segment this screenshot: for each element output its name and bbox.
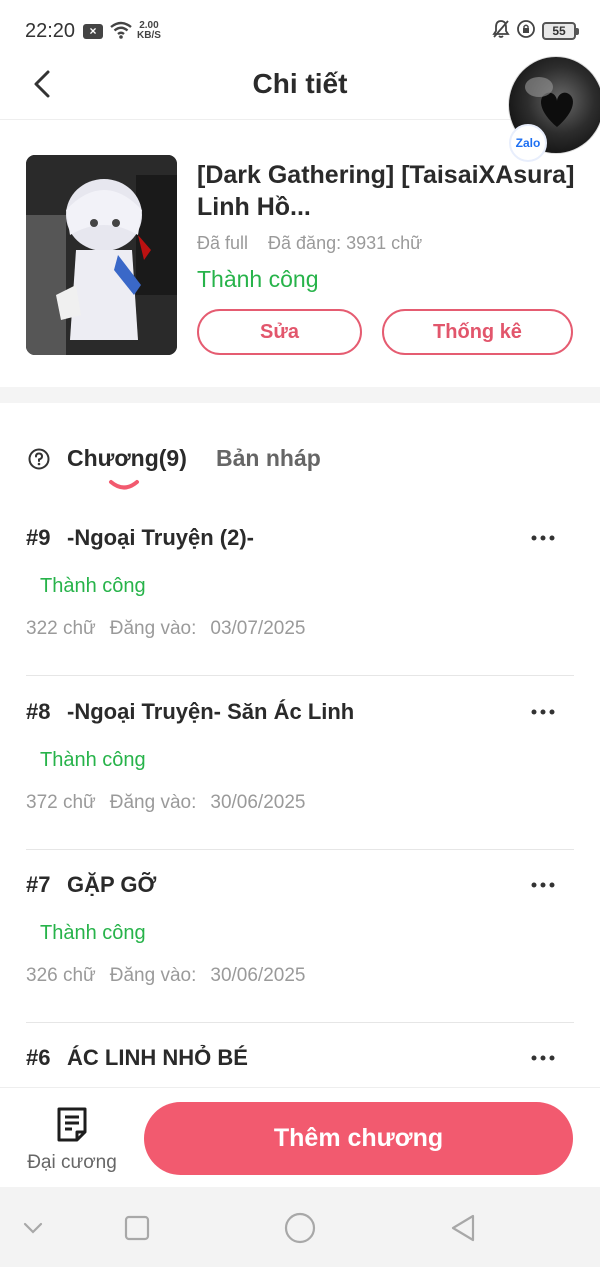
triangle-back-icon	[451, 1214, 475, 1242]
more-horizontal-icon	[531, 709, 555, 715]
edit-button[interactable]: Sửa	[197, 309, 362, 355]
status-time: 22:20	[25, 20, 76, 42]
notification-x-icon: ×	[83, 24, 103, 39]
chevron-down-icon	[23, 1222, 43, 1234]
chapter-status: Thành công	[40, 922, 146, 944]
chapter-meta: 322 chữ Đăng vào: 03/07/2025	[26, 618, 305, 640]
chapter-meta: 372 chữ Đăng vào: 30/06/2025	[26, 792, 305, 814]
more-horizontal-icon	[531, 535, 555, 541]
chapter-title: GẶP GỠ	[67, 872, 157, 897]
chapter-title: ÁC LINH NHỎ BÉ	[67, 1045, 248, 1070]
chapter-word-count: 322 chữ	[26, 618, 96, 639]
chapter-date: 30/06/2025	[210, 965, 306, 986]
more-options-button[interactable]	[530, 1045, 556, 1071]
chapter-word-count: 326 chữ	[26, 965, 96, 986]
outline-label: Đại cương	[27, 1152, 117, 1173]
chapter-date: 03/07/2025	[210, 618, 306, 639]
document-icon	[57, 1107, 87, 1142]
book-title: [Dark Gathering] [TaisaiXAsura] Linh Hồ.…	[197, 161, 575, 221]
more-options-button[interactable]	[530, 525, 556, 551]
chapter-tabs: Chương(9) Bản nháp	[0, 403, 600, 503]
book-meta: Đã full Đã đăng: 3931 chữ	[197, 233, 422, 254]
book-info-card: [Dark Gathering] [TaisaiXAsura] Linh Hồ.…	[0, 121, 600, 387]
square-icon	[124, 1215, 150, 1241]
chapter-word-count: 372 chữ	[26, 792, 96, 813]
chapter-posted-label: Đăng vào:	[109, 965, 197, 986]
tab-drafts[interactable]: Bản nháp	[216, 445, 321, 472]
more-horizontal-icon	[531, 1055, 555, 1061]
chapter-item[interactable]: #8 -Ngoại Truyện- Săn Ác Linh Thành công…	[26, 677, 574, 850]
help-icon[interactable]	[28, 448, 50, 470]
stats-button[interactable]: Thống kê	[382, 309, 573, 355]
chapter-posted-label: Đăng vào:	[109, 618, 197, 639]
more-options-button[interactable]	[530, 699, 556, 725]
bell-muted-icon	[492, 19, 510, 44]
active-tab-indicator	[109, 480, 139, 490]
completion-status: Đã full	[197, 233, 249, 253]
bottom-action-bar: Đại cương Thêm chương	[0, 1087, 600, 1187]
nav-home-button[interactable]	[283, 1211, 317, 1245]
more-options-button[interactable]	[530, 872, 556, 898]
chapter-status: Thành công	[40, 749, 146, 771]
chapter-number: #9	[26, 525, 51, 550]
book-cover-image	[26, 155, 177, 355]
circle-icon	[284, 1212, 316, 1244]
status-bar: 22:20 × 2.00 KB/S 55	[0, 0, 600, 62]
book-status: Thành công	[197, 266, 319, 292]
status-right-icons: 55	[492, 19, 579, 44]
chapter-item[interactable]: #7 GẶP GỠ Thành công 326 chữ Đăng vào: 3…	[26, 850, 574, 1023]
chapter-item[interactable]: #6 ÁC LINH NHỎ BÉ	[26, 1023, 574, 1087]
nav-back-button[interactable]	[446, 1211, 480, 1245]
chapter-title: -Ngoại Truyện (2)-	[67, 525, 255, 550]
chapter-date: 30/06/2025	[210, 792, 306, 813]
section-divider	[0, 387, 600, 403]
tab-chapters[interactable]: Chương(9)	[67, 445, 187, 472]
posted-word-count: Đã đăng: 3931 chữ	[268, 233, 423, 253]
chapter-title: -Ngoại Truyện- Săn Ác Linh	[67, 699, 355, 724]
chapter-posted-label: Đăng vào:	[109, 792, 197, 813]
outline-button[interactable]: Đại cương	[22, 1104, 122, 1176]
chapter-item[interactable]: #9 -Ngoại Truyện (2)- Thành công 322 chữ…	[26, 503, 574, 676]
chapter-status: Thành công	[40, 575, 146, 597]
nav-collapse-button[interactable]	[16, 1211, 50, 1245]
add-chapter-button[interactable]: Thêm chương	[144, 1102, 573, 1175]
network-speed: 2.00 KB/S	[137, 21, 161, 41]
nav-recents-button[interactable]	[120, 1211, 154, 1245]
more-horizontal-icon	[531, 882, 555, 888]
chapter-number: #6	[26, 1045, 51, 1070]
chapter-number: #8	[26, 699, 51, 724]
chapter-number: #7	[26, 872, 51, 897]
chapter-meta: 326 chữ Đăng vào: 30/06/2025	[26, 965, 305, 987]
wifi-icon	[109, 20, 133, 45]
system-navigation-bar	[0, 1187, 600, 1267]
rotation-lock-icon	[516, 19, 536, 44]
battery-indicator: 55	[542, 22, 579, 40]
network-speed-unit: KB/S	[137, 30, 161, 41]
